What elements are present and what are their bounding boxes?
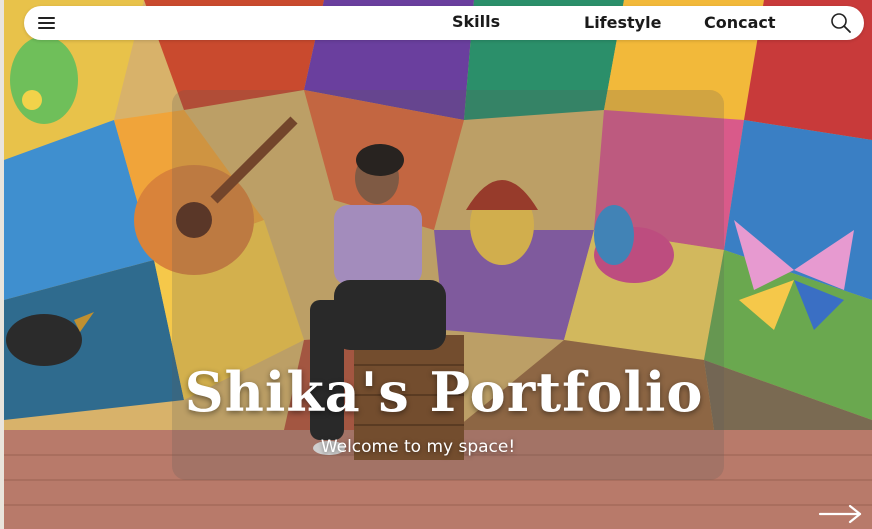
- page-title: Shika's Portfolio: [184, 360, 704, 424]
- page-subtitle: Welcome to my space!: [320, 437, 516, 457]
- arrow-right-icon[interactable]: [818, 503, 864, 525]
- search-icon[interactable]: [830, 12, 852, 34]
- nav-link-skills[interactable]: Skills: [452, 12, 500, 31]
- hamburger-menu-icon[interactable]: [36, 13, 58, 33]
- nav-link-contact[interactable]: Concact: [704, 13, 776, 32]
- nav-link-lifestyle[interactable]: Lifestyle: [584, 13, 661, 32]
- top-navbar: Skills Lifestyle Concact: [24, 6, 864, 40]
